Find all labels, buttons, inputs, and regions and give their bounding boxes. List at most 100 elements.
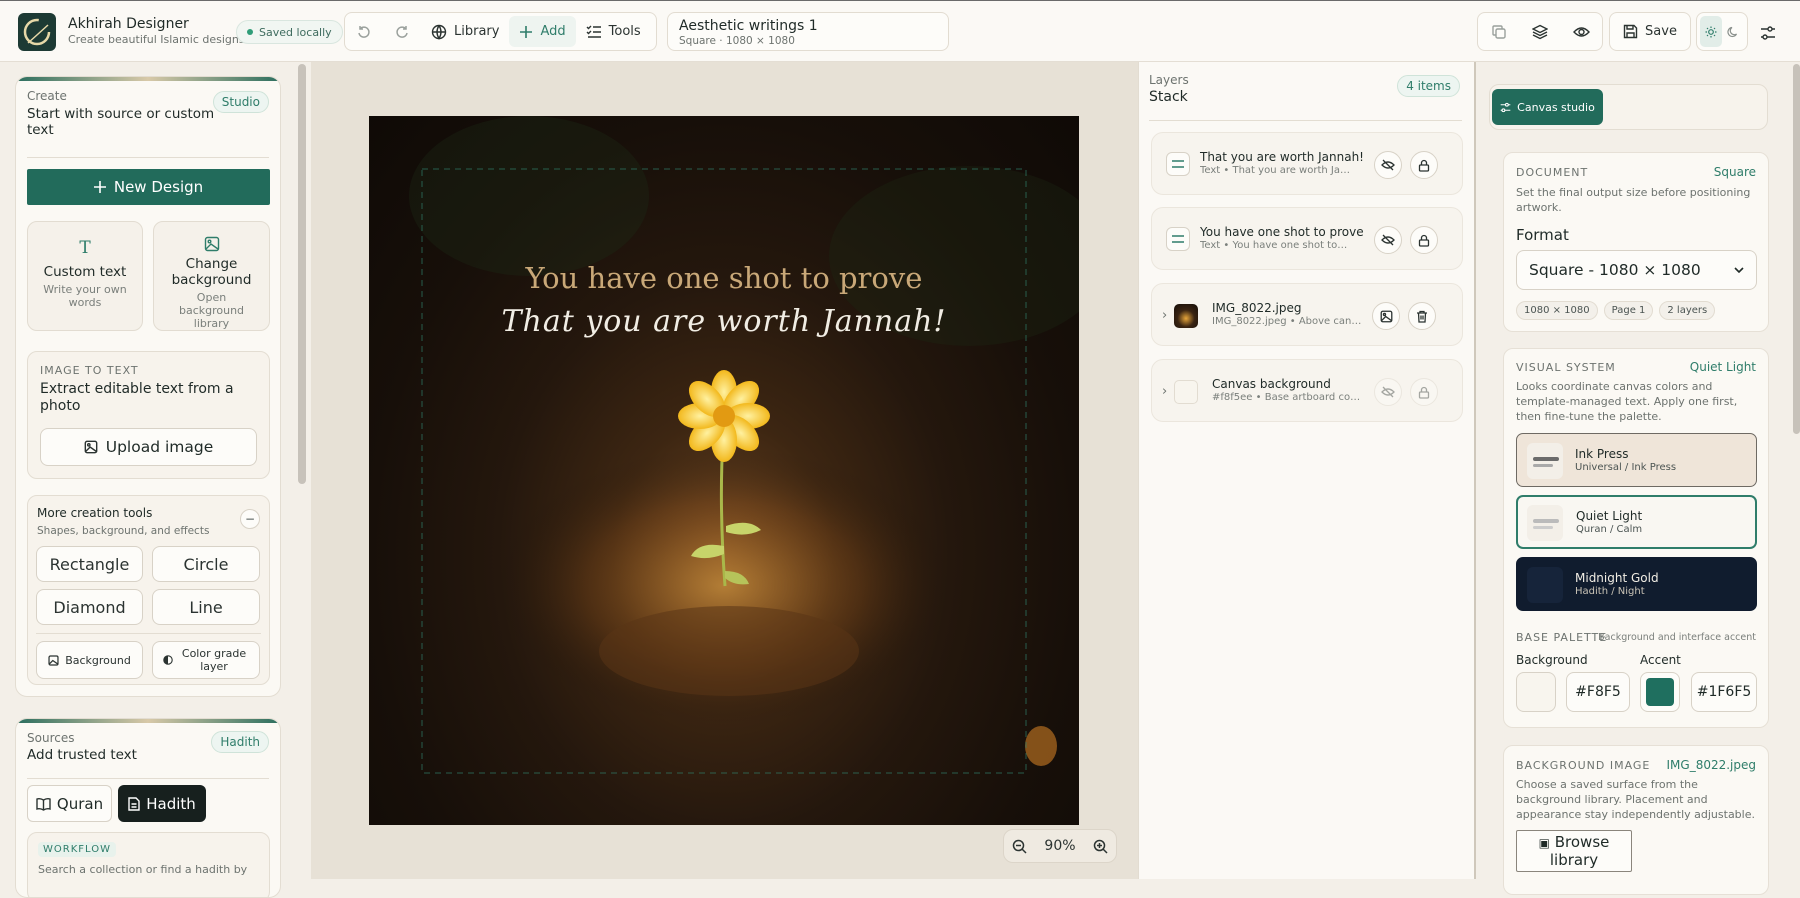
plus-icon xyxy=(93,181,106,193)
add-button[interactable]: Add xyxy=(509,16,576,47)
rectangle-tool-button[interactable]: Rectangle xyxy=(36,546,143,582)
theme-mode-toggle xyxy=(1696,12,1748,51)
toggle-visibility-button[interactable] xyxy=(1374,226,1402,254)
delete-layer-button[interactable] xyxy=(1408,302,1436,330)
zoom-in-button[interactable] xyxy=(1093,839,1108,854)
chevron-right-icon[interactable]: › xyxy=(1162,384,1167,399)
background-image-card: BACKGROUND IMAGE IMG_8022.jpeg Choose a … xyxy=(1503,745,1769,895)
plus-icon xyxy=(520,25,533,38)
layer-row[interactable]: › Canvas background #f8f5ee • Base artbo… xyxy=(1151,359,1463,422)
page-chip: Page 1 xyxy=(1603,301,1654,320)
settings-sliders-button[interactable] xyxy=(1752,17,1784,48)
quran-tab[interactable]: Quran xyxy=(27,785,112,822)
browse-library-button[interactable]: ▣ Browse library xyxy=(1516,830,1632,872)
theme-midnight-gold[interactable]: Midnight Gold Hadith / Night xyxy=(1516,557,1757,611)
undo-button[interactable] xyxy=(345,16,383,47)
right-scrollbar[interactable] xyxy=(1793,64,1800,434)
text-layer-icon xyxy=(1166,227,1190,251)
library-button[interactable]: Library xyxy=(421,16,509,47)
canvas-text-line-2[interactable]: That you are worth Jannah! xyxy=(369,304,1079,339)
background-tool-button[interactable]: Background xyxy=(36,641,143,679)
floppy-icon xyxy=(1623,24,1638,39)
document-card: DOCUMENT Square Set the final output siz… xyxy=(1503,152,1769,332)
left-sidebar: Create Start with source or custom text … xyxy=(0,62,300,898)
image-icon xyxy=(204,236,219,252)
hadith-tab[interactable]: Hadith xyxy=(118,785,206,822)
redo-icon xyxy=(396,25,408,38)
lock-layer-button xyxy=(1410,378,1438,406)
color-grade-button[interactable]: Color grade layer xyxy=(152,641,260,679)
main-toolbar: Library Add Tools xyxy=(344,12,657,51)
tools-button[interactable]: Tools xyxy=(576,16,651,47)
app-tagline: Create beautiful Islamic designs xyxy=(68,33,245,46)
design-canvas[interactable]: You have one shot to prove That you are … xyxy=(369,116,1079,825)
duplicate-button[interactable] xyxy=(1480,16,1518,47)
layer-row[interactable]: That you are worth Jannah! Text • That y… xyxy=(1151,132,1463,195)
book-icon xyxy=(36,797,51,811)
format-select[interactable]: Square - 1080 × 1080 xyxy=(1516,250,1757,290)
workflow-box: WORKFLOW Search a collection or find a h… xyxy=(27,832,270,897)
layers-button[interactable] xyxy=(1521,16,1559,47)
studio-badge: Studio xyxy=(212,91,269,113)
more-tools-card: More creation tools Shapes, background, … xyxy=(27,495,270,685)
document-name[interactable]: Aesthetic writings 1 xyxy=(679,18,937,34)
image-icon xyxy=(48,654,59,666)
change-background-tile[interactable]: Change background Open background librar… xyxy=(153,221,270,331)
color-swatch xyxy=(1174,380,1198,404)
chevron-down-icon xyxy=(1734,267,1744,273)
canvas-studio-tab[interactable]: Canvas studio xyxy=(1492,89,1603,125)
lock-icon xyxy=(1418,159,1430,172)
layers-title: Stack xyxy=(1149,89,1188,105)
document-name-field[interactable]: Aesthetic writings 1 Square · 1080 × 108… xyxy=(667,12,949,51)
copy-icon xyxy=(1491,24,1506,39)
accent-hex-input[interactable]: #1F6F5 xyxy=(1691,672,1757,712)
sources-card: Sources Add trusted text Hadith Quran Ha… xyxy=(15,718,281,898)
sources-kicker: Sources xyxy=(27,731,75,745)
image-icon xyxy=(1380,310,1392,322)
circle-tool-button[interactable]: Circle xyxy=(152,546,260,582)
inspector-panel: Canvas studio DOCUMENT Square Set the fi… xyxy=(1474,62,1800,895)
lock-icon xyxy=(1418,386,1430,399)
background-photo xyxy=(409,116,1079,774)
redo-button[interactable] xyxy=(383,16,421,47)
light-mode-button[interactable] xyxy=(1700,16,1722,47)
dark-mode-button[interactable] xyxy=(1722,16,1744,47)
background-color-swatch[interactable] xyxy=(1516,672,1556,712)
left-scrollbar[interactable] xyxy=(298,64,306,484)
globe-icon xyxy=(431,24,447,40)
diamond-tool-button[interactable]: Diamond xyxy=(36,589,143,625)
canvas-text-line-1[interactable]: You have one shot to prove xyxy=(369,261,1079,295)
visual-system-card: VISUAL SYSTEM Quiet Light Looks coordina… xyxy=(1503,348,1769,728)
preview-button[interactable] xyxy=(1562,16,1600,47)
toggle-visibility-button xyxy=(1374,378,1402,406)
lock-layer-button[interactable] xyxy=(1410,226,1438,254)
sliders-icon xyxy=(1500,102,1511,112)
sources-title: Add trusted text xyxy=(27,747,137,763)
background-hex-input[interactable]: #F8F5 xyxy=(1566,672,1630,712)
create-card: Create Start with source or custom text … xyxy=(15,76,281,697)
save-button[interactable]: Save xyxy=(1610,16,1690,47)
toggle-visibility-button[interactable] xyxy=(1374,151,1402,179)
lock-layer-button[interactable] xyxy=(1410,151,1438,179)
replace-image-button[interactable] xyxy=(1372,302,1400,330)
line-tool-button[interactable]: Line xyxy=(152,589,260,625)
accent-color-swatch[interactable] xyxy=(1640,672,1680,712)
new-design-button[interactable]: New Design xyxy=(27,169,270,205)
text-t-icon: T xyxy=(79,238,91,258)
layer-row[interactable]: You have one shot to prove Text • You ha… xyxy=(1151,207,1463,270)
collapse-tools-button[interactable]: − xyxy=(240,509,260,529)
theme-ink-press[interactable]: Ink Press Universal / Ink Press xyxy=(1516,433,1757,487)
sun-icon xyxy=(1705,26,1717,37)
custom-text-tile[interactable]: T Custom text Write your own words xyxy=(27,221,143,331)
trash-icon xyxy=(1417,310,1427,323)
upload-image-button[interactable]: Upload image xyxy=(40,428,257,466)
layers-icon xyxy=(1531,24,1548,39)
theme-quiet-light[interactable]: Quiet Light Quran / Calm xyxy=(1516,495,1757,549)
app-logo[interactable] xyxy=(18,13,56,51)
checklist-icon xyxy=(586,25,601,38)
zoom-out-button[interactable] xyxy=(1012,839,1027,854)
layer-row[interactable]: › IMG_8022.jpeg IMG_8022.jpeg • Above ca… xyxy=(1151,283,1463,346)
eye-off-icon xyxy=(1381,159,1395,171)
chevron-right-icon[interactable]: › xyxy=(1162,308,1167,323)
sliders-icon xyxy=(1761,25,1775,40)
